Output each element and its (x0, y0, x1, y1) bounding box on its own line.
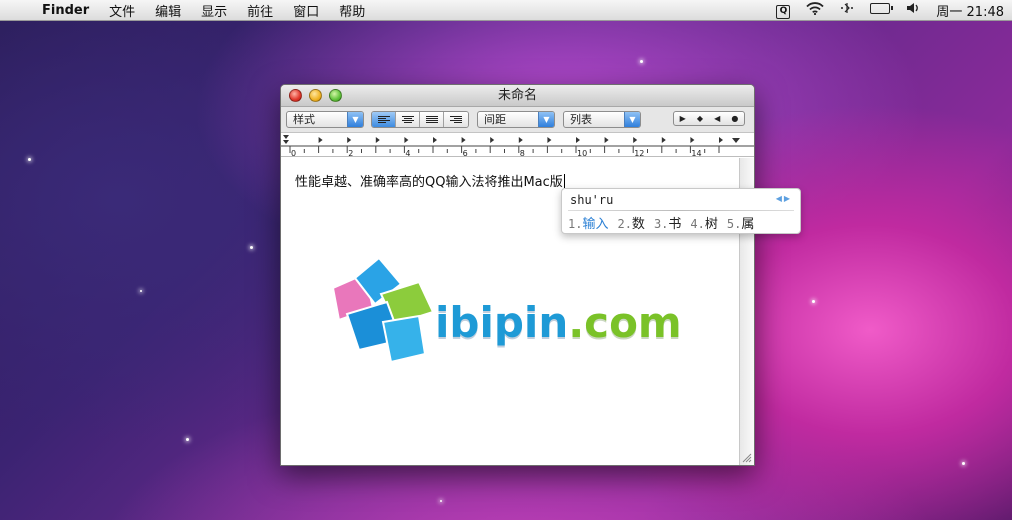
chevron-down-icon: ▼ (538, 112, 554, 127)
chevron-down-icon: ▼ (347, 112, 363, 127)
menu-go[interactable]: 前往 (237, 1, 283, 20)
bluetooth-icon[interactable] (832, 2, 862, 18)
ruler-label: 10 (577, 149, 587, 157)
tab-stop-marker[interactable] (433, 137, 437, 143)
spacing-popup[interactable]: 间距 ▼ (477, 111, 555, 128)
text-caret (563, 174, 565, 188)
menu-bar: Finder 文件 编辑 显示 前往 窗口 帮助 Q 周一 21:48 (0, 0, 1012, 21)
align-right-button[interactable] (444, 112, 468, 127)
menu-app-finder[interactable]: Finder (34, 3, 99, 18)
tab-stops-control[interactable]: ▶ ◆ ◀ ● (673, 111, 745, 126)
ruler-label: 8 (520, 149, 525, 157)
decimal-tab-icon[interactable]: ● (731, 114, 738, 123)
format-toolbar: 样式 ▼ 间距 ▼ 列表 ▼ ▶ ◆ ◀ ● (281, 107, 754, 133)
logo-domain: .com (568, 298, 682, 347)
status-area: Q 周一 21:48 (768, 0, 1012, 21)
menu-view[interactable]: 显示 (191, 1, 237, 20)
tab-stop-marker[interactable] (661, 137, 666, 143)
ruler-label: 12 (634, 149, 644, 157)
center-tab-icon[interactable]: ◆ (697, 114, 703, 123)
volume-icon[interactable] (898, 2, 928, 18)
lists-popup[interactable]: 列表 ▼ (563, 111, 641, 128)
tab-stop-marker[interactable] (547, 137, 552, 143)
ime-page-arrows[interactable]: ◀▶ (776, 194, 792, 203)
ruler[interactable]: 0 2 4 6 8 10 12 14 (281, 133, 754, 157)
logo-wordmark: ibipin (435, 298, 569, 347)
ibipin-logo: ibipin.com (321, 258, 701, 378)
tab-stop-marker[interactable] (318, 137, 323, 143)
textedit-window: 未命名 样式 ▼ 间距 ▼ 列表 ▼ ▶ ◆ ◀ ● 0 2 4 6 8 10 … (280, 84, 755, 466)
ibipin-logo-mark (331, 258, 435, 364)
ruler-label: 14 (691, 149, 701, 157)
menu-clock[interactable]: 周一 21:48 (928, 1, 1012, 20)
tab-stop-marker[interactable] (404, 137, 409, 143)
ime-candidate-5[interactable]: 5.属 (727, 213, 754, 232)
tab-stop-marker[interactable] (690, 137, 695, 143)
resize-grip-icon[interactable] (742, 453, 752, 463)
chevron-down-icon: ▼ (624, 112, 640, 127)
tab-stop-marker[interactable] (490, 137, 495, 143)
zoom-button[interactable] (329, 89, 342, 102)
tab-stop-marker[interactable] (347, 137, 352, 143)
window-title: 未命名 (497, 88, 537, 103)
ime-candidate-2[interactable]: 2.数 (617, 213, 644, 232)
left-tab-icon[interactable]: ◀ (714, 114, 720, 123)
alignment-control (371, 111, 469, 128)
ruler-label: 2 (348, 149, 353, 157)
ime-candidate-4[interactable]: 4.树 (690, 213, 717, 232)
ime-candidate-window: shu'ru ◀▶ 1.输入 2.数 3.书 4.树 5.属 (561, 188, 801, 234)
tab-stop-marker[interactable] (375, 137, 380, 143)
tab-stop-marker[interactable] (633, 137, 638, 143)
wifi-icon[interactable] (798, 1, 832, 19)
battery-icon[interactable] (862, 2, 898, 18)
tab-stop-marker[interactable] (461, 137, 466, 143)
tab-stop-marker[interactable] (576, 137, 580, 143)
ime-candidate-3[interactable]: 3.书 (654, 213, 681, 232)
right-tab-icon[interactable]: ▶ (680, 114, 686, 123)
input-method-icon[interactable]: Q (768, 2, 798, 19)
ruler-label: 0 (291, 149, 296, 157)
document-text[interactable]: 性能卓越、准确率高的QQ输入法将推出Mac版 (295, 171, 565, 190)
menu-file[interactable]: 文件 (99, 1, 145, 20)
menu-help[interactable]: 帮助 (329, 1, 375, 20)
tab-stop-marker[interactable] (719, 137, 723, 143)
menu-edit[interactable]: 编辑 (145, 1, 191, 20)
ime-candidate-1[interactable]: 1.输入 (568, 213, 608, 232)
minimize-button[interactable] (309, 89, 322, 102)
align-center-button[interactable] (396, 112, 420, 127)
styles-popup[interactable]: 样式 ▼ (286, 111, 364, 128)
tab-stop-marker[interactable] (518, 137, 523, 143)
align-justify-button[interactable] (420, 112, 444, 127)
ruler-label: 4 (405, 149, 410, 157)
window-titlebar[interactable]: 未命名 (281, 85, 754, 107)
ruler-label: 6 (463, 149, 468, 157)
align-left-button[interactable] (372, 112, 396, 127)
tab-stop-marker[interactable] (604, 137, 609, 143)
menu-window[interactable]: 窗口 (283, 1, 329, 20)
close-button[interactable] (289, 89, 302, 102)
ime-composition: shu'ru (570, 193, 614, 207)
ime-candidates: 1.输入 2.数 3.书 4.树 5.属 (568, 213, 754, 232)
